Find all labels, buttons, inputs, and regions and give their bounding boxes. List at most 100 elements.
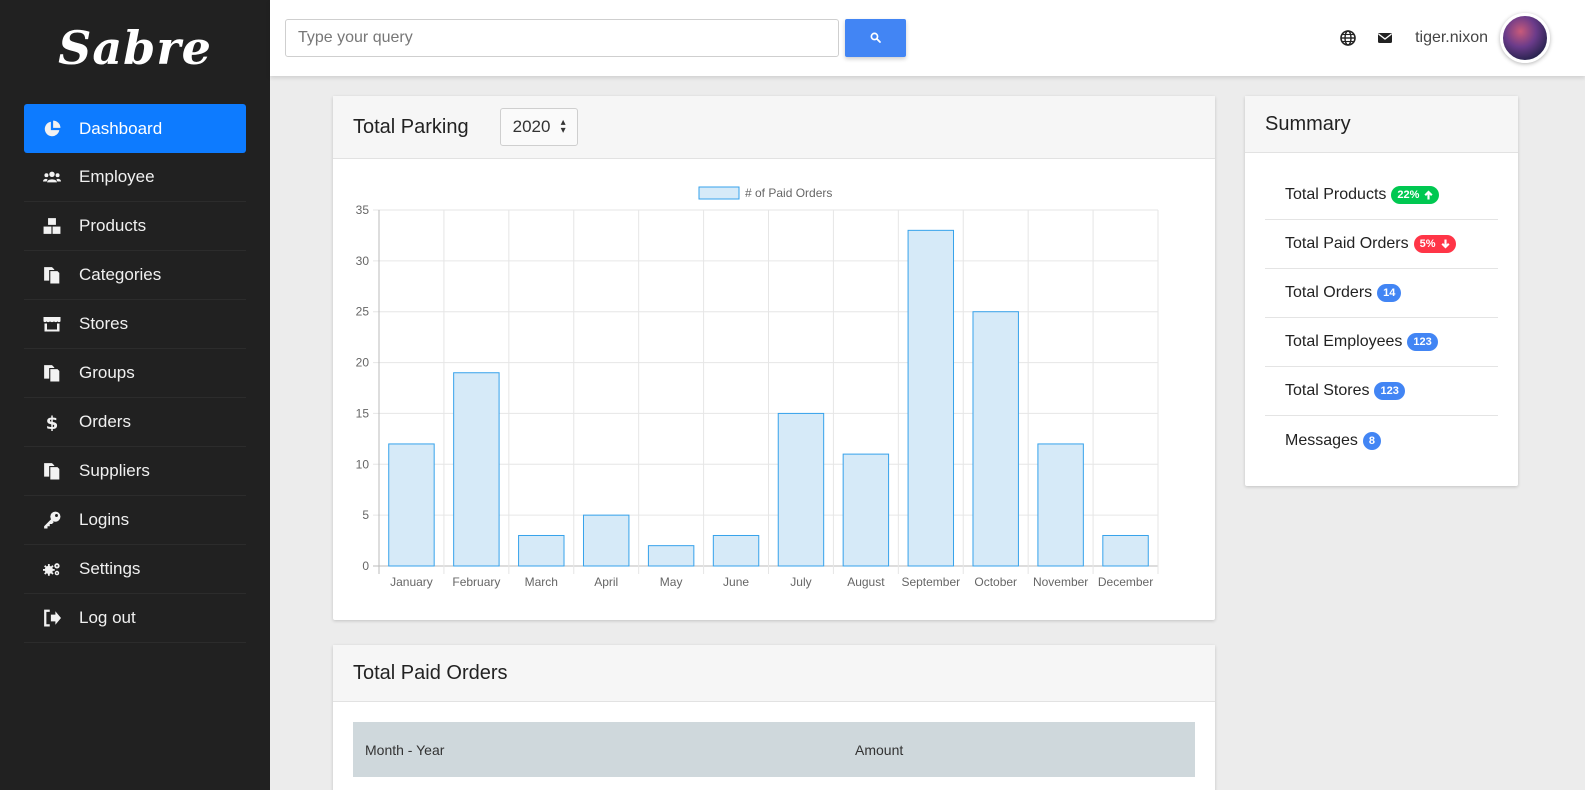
sidebar-item-orders[interactable]: $ Orders [24,398,246,447]
summary-list: Total Products 22% Total Paid Orders 5% Tota… [1245,153,1518,465]
column-header-month-year[interactable]: Month - Year [353,742,855,758]
summary-badge: 5% [1413,235,1456,253]
total-paid-orders-title: Total Paid Orders [353,661,508,684]
sidebar: Sabre Dashboard Employee Products Categorie… [0,0,270,790]
sidebar-item-employee[interactable]: Employee [24,153,246,202]
paid-orders-chart: 0 5 10 15 20 25 30 35 January February March April M… [333,160,1215,620]
sidebar-item-label: Dashboard [79,118,163,138]
total-paid-orders-card: Total Paid Orders Month - Year Amount [333,645,1215,790]
summary-card: Summary Total Products 22% Total Paid Orde… [1245,96,1518,486]
sidebar-item-suppliers[interactable]: Suppliers [24,447,246,496]
avatar[interactable] [1500,13,1550,63]
username[interactable]: tiger.nixon [1415,29,1488,47]
sidebar-item-settings[interactable]: Settings [24,545,246,594]
sidebar-item-log-out[interactable]: Log out [24,594,246,643]
orders-table-header: Month - Year Amount [353,722,1195,777]
bar-september [907,229,955,567]
bar-august [842,453,890,567]
search-input[interactable] [285,19,839,57]
summary-item-total-products: Total Products 22% [1265,171,1498,220]
sidebar-item-label: Log out [79,608,136,627]
y-tick-label: 15 [356,406,370,420]
x-tick-label: September [901,575,960,589]
bar-july [777,412,825,567]
bar-december [1102,534,1149,567]
brand-logo[interactable]: Sabre [0,0,270,95]
legend-swatch [698,186,740,200]
legend-label: # of Paid Orders [745,186,832,200]
x-tick-label: February [452,575,500,589]
y-tick-label: 25 [356,305,370,319]
arrow-down-icon [1436,239,1450,249]
copy-icon [42,266,62,284]
x-tick-label: January [390,575,433,589]
sort-caret-icon: ▴ ▾ [560,117,566,136]
summary-badge: 22% [1391,186,1440,204]
year-select-value: 2020 [512,117,551,136]
sidebar-item-label: Stores [79,314,129,333]
y-tick-label: 20 [356,356,370,370]
sidebar-item-categories[interactable]: Categories [24,251,246,300]
sidebar-item-label: Employee [79,167,155,186]
bar-april [582,514,630,567]
x-tick-label: July [790,575,811,589]
envelope-icon[interactable] [1375,28,1395,48]
summary-item-label: Total Paid Orders [1285,235,1409,252]
sidebar-item-dashboard[interactable]: Dashboard [24,104,246,153]
copy-icon [42,364,62,382]
user-area: tiger.nixon [1338,13,1550,63]
total-paid-orders-header: Total Paid Orders [333,645,1215,702]
summary-header: Summary [1245,96,1518,153]
sidebar-item-products[interactable]: Products [24,202,246,251]
search-button[interactable] [845,19,906,57]
summary-badge: 123 [1374,382,1405,400]
summary-badge-value: 5% [1419,238,1436,250]
x-tick-label: May [660,575,683,589]
summary-badge-value: 14 [1383,287,1396,299]
dollar-icon: $ [42,413,62,431]
bar-may [647,545,695,567]
pie-chart-icon [42,120,62,138]
total-parking-header: Total Parking 2020 ▴ ▾ [333,96,1215,159]
summary-badge-value: 22% [1397,189,1420,201]
key-icon [42,511,62,529]
sidebar-item-groups[interactable]: Groups [24,349,246,398]
summary-badge: 123 [1407,333,1438,351]
bar-october [972,311,1019,567]
summary-item-total-employees: Total Employees 123 [1265,318,1498,367]
y-tick-label: 5 [362,508,369,522]
users-icon [42,168,62,186]
cogs-icon [42,560,62,578]
sidebar-item-logins[interactable]: Logins [24,496,246,545]
globe-icon[interactable] [1338,28,1358,48]
year-select[interactable]: 2020 ▴ ▾ [499,108,578,146]
summary-badge-value: 123 [1380,385,1399,397]
sidebar-item-label: Settings [79,559,141,578]
sidebar-item-label: Products [79,216,147,235]
sidebar-item-label: Orders [79,412,131,431]
search-icon [870,31,881,46]
sidebar-item-label: Logins [79,510,130,529]
summary-title: Summary [1265,112,1351,135]
summary-badge-value: 8 [1368,434,1376,447]
summary-item-label: Total Stores [1285,382,1370,399]
x-tick-label: June [723,575,749,589]
bar-march [518,534,565,567]
column-header-amount[interactable]: Amount [855,742,903,758]
summary-badge-value: 123 [1413,336,1432,348]
x-tick-label: August [847,575,885,589]
sidebar-nav: Dashboard Employee Products Categories Store… [0,104,270,643]
summary-badge: 14 [1377,284,1402,302]
store-icon [42,315,62,333]
sidebar-item-label: Categories [79,265,162,284]
bar-february [453,372,500,567]
summary-item-label: Total Orders [1285,284,1373,301]
bar-november [1037,443,1084,567]
summary-item-total-paid-orders: Total Paid Orders 5% [1265,220,1498,269]
sidebar-item-label: Groups [79,363,135,382]
total-parking-card: Total Parking 2020 ▴ ▾ 0 5 10 15 20 25 30 35 Janu… [333,96,1215,620]
copy-icon [42,462,62,480]
summary-item-label: Total Products [1285,186,1387,203]
sidebar-item-stores[interactable]: Stores [24,300,246,349]
x-tick-label: April [594,575,618,589]
